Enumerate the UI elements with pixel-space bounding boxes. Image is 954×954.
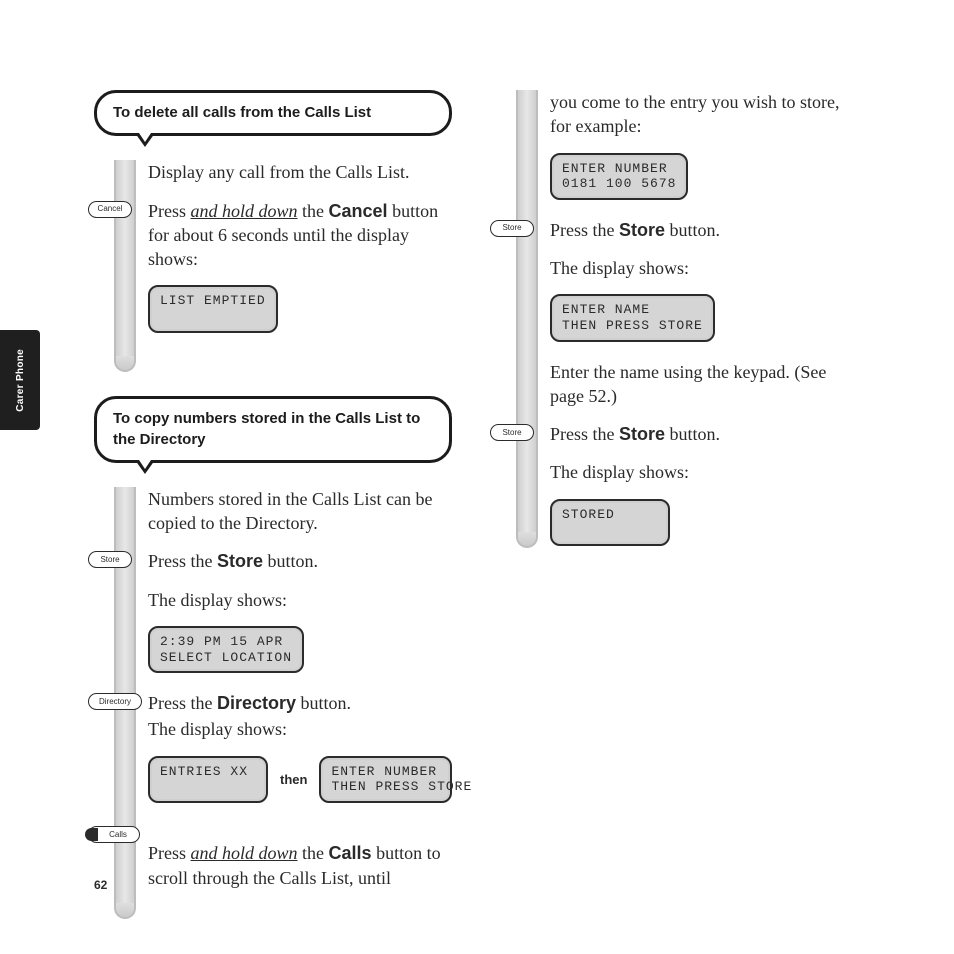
instruction-text: Press and hold down the Cancel button fo… — [148, 199, 452, 272]
lcd-display: ENTER NUMBERTHEN PRESS STORE — [319, 756, 452, 803]
callout-delete-all: To delete all calls from the Calls List — [94, 90, 452, 136]
instruction-text: Press the Directory button. — [148, 691, 452, 715]
store-button-icon: Store — [490, 424, 534, 441]
instruction-text: Display any call from the Calls List. — [148, 160, 452, 184]
instruction-text: Press the Store button. — [550, 422, 854, 446]
callout-title: To copy numbers stored in the Calls List… — [113, 410, 420, 447]
instruction-text: Enter the name using the keypad. (See pa… — [550, 360, 854, 409]
timeline-rail — [516, 90, 538, 546]
instruction-text: Numbers stored in the Calls List can be … — [148, 487, 452, 536]
timeline-rail — [114, 160, 136, 370]
callout-title: To delete all calls from the Calls List — [113, 104, 371, 121]
side-tab-label: Carer Phone — [15, 349, 26, 412]
cancel-button-icon: Cancel — [88, 201, 132, 218]
lcd-display: ENTER NAMETHEN PRESS STORE — [550, 294, 715, 341]
then-label: then — [280, 771, 307, 789]
instruction-text: The display shows: — [148, 588, 452, 612]
instruction-text: Press the Store button. — [148, 549, 452, 573]
lcd-display: ENTER NUMBER0181 100 5678 — [550, 153, 688, 200]
lcd-display: LIST EMPTIED — [148, 285, 278, 332]
calls-button-icon: Calls — [88, 826, 140, 843]
instruction-text: Press and hold down the Calls button to … — [148, 841, 452, 890]
store-button-icon: Store — [490, 220, 534, 237]
left-column: To delete all calls from the Calls List … — [94, 90, 452, 917]
directory-button-icon: Directory — [88, 693, 142, 710]
instruction-text: The display shows: — [148, 717, 452, 741]
side-tab: Carer Phone — [0, 330, 40, 430]
instruction-text: The display shows: — [550, 256, 854, 280]
right-column: you come to the entry you wish to store,… — [496, 90, 854, 917]
instruction-text: The display shows: — [550, 460, 854, 484]
store-button-icon: Store — [88, 551, 132, 568]
instruction-text: Press the Store button. — [550, 218, 854, 242]
lcd-display: ENTRIES XX — [148, 756, 268, 803]
callout-copy-numbers: To copy numbers stored in the Calls List… — [94, 396, 452, 463]
instruction-text: you come to the entry you wish to store,… — [550, 90, 854, 139]
page: To delete all calls from the Calls List … — [94, 90, 874, 890]
lcd-display: 2:39 PM 15 APRSELECT LOCATION — [148, 626, 304, 673]
lcd-display: STORED — [550, 499, 670, 546]
